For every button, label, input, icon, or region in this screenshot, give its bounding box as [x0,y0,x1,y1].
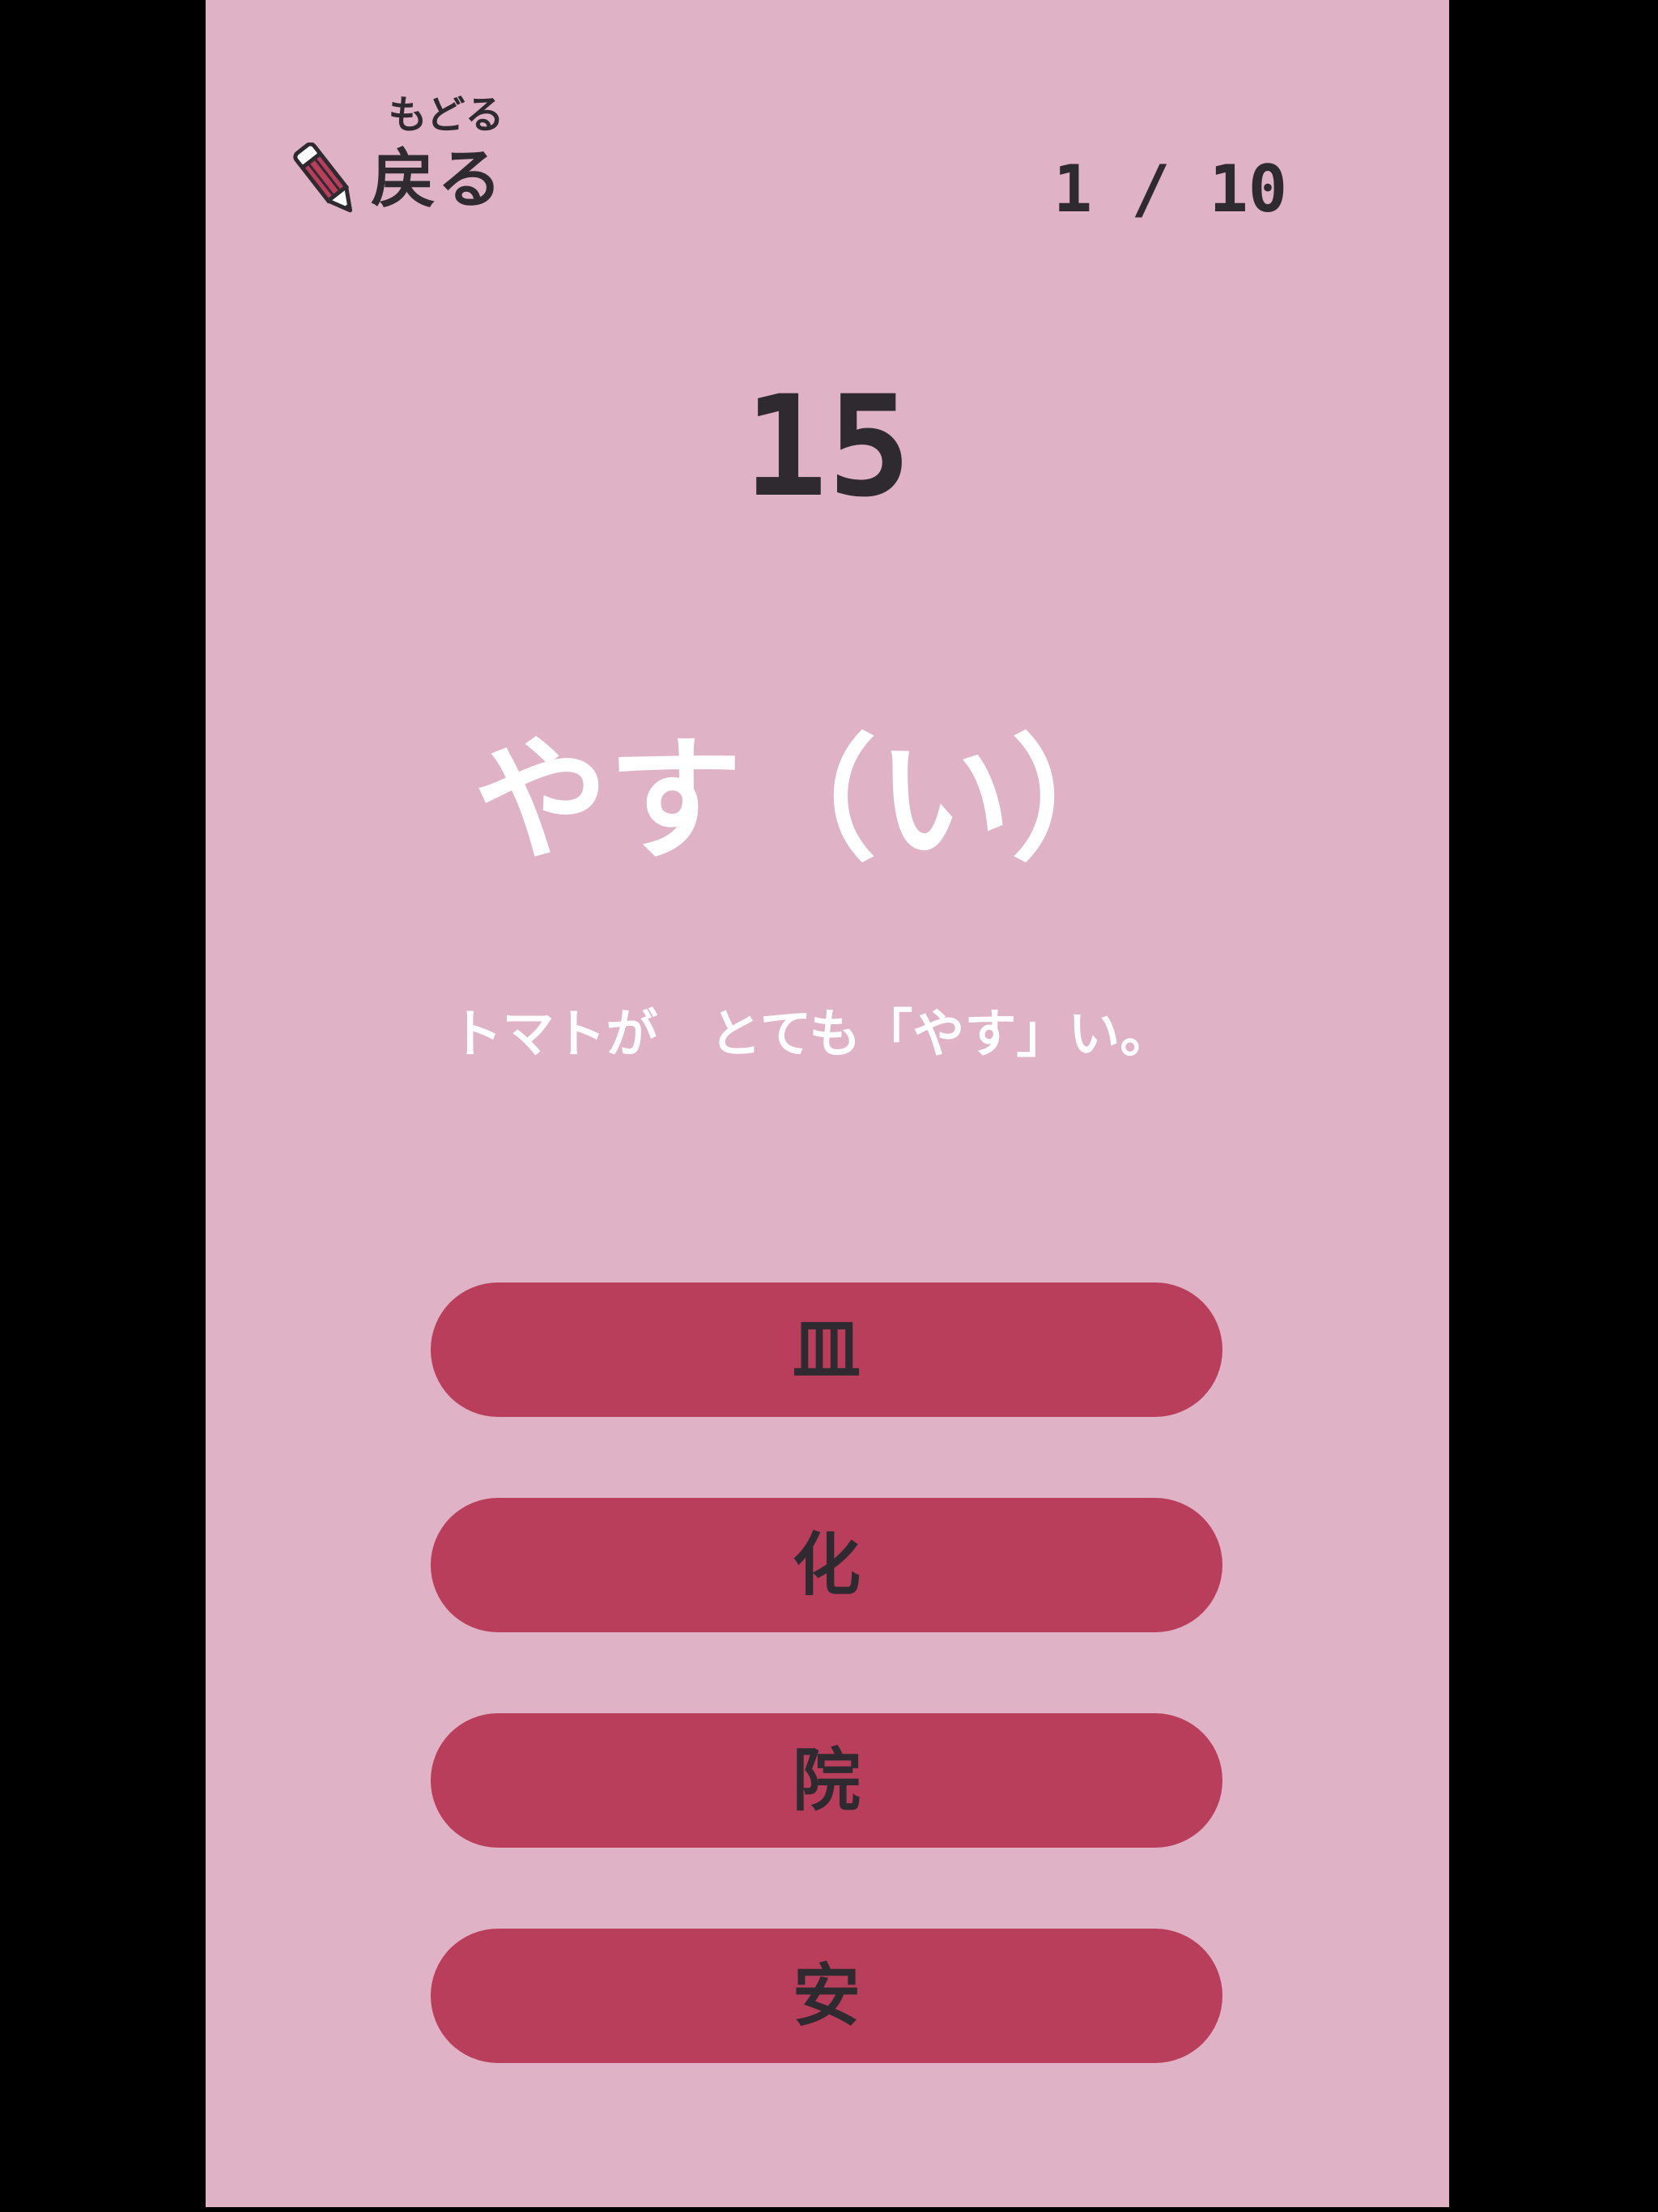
choice-button-3[interactable]: 院 [431,1713,1222,1848]
choice-label: 化 [792,1525,861,1605]
question-progress: 1 / 10 [1053,151,1287,227]
choice-button-4[interactable]: 安 [431,1929,1222,2063]
answer-choices: 皿 化 院 安 [431,1283,1222,2144]
choice-button-1[interactable]: 皿 [431,1283,1222,1417]
choice-label: 院 [792,1740,861,1820]
choice-label: 皿 [792,1309,861,1389]
back-label: 戻る [371,142,504,217]
choice-button-2[interactable]: 化 [431,1498,1222,1632]
pencil-icon [293,143,353,213]
choice-label: 安 [792,1955,861,2035]
back-ruby: もどる [388,92,504,138]
kanji-reading: やす（い） [474,723,1146,879]
quiz-screen: もどる 戻る 1 / 10 15 やす（い） トマトが とても「やす」い。 皿 … [206,0,1449,2207]
example-sentence: トマトが とても「やす」い。 [450,1005,1172,1065]
countdown-timer: 15 [743,365,912,528]
back-button[interactable]: もどる 戻る [287,91,529,228]
